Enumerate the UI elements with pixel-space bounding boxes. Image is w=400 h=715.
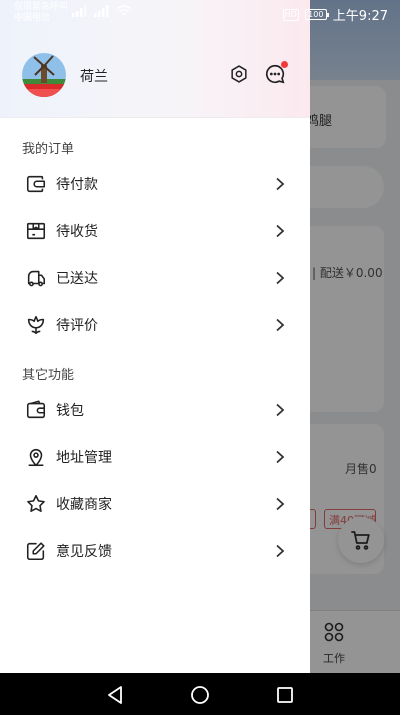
chevron-right-icon — [268, 403, 292, 417]
status-right: HD 100 上午9:27 — [282, 5, 388, 24]
wallet-card-icon — [25, 173, 47, 195]
home-icon[interactable] — [189, 684, 211, 706]
menu-item-pending-receipt[interactable]: 待收货 — [0, 209, 310, 253]
wallet-icon — [25, 399, 47, 421]
other-section-title: 其它功能 — [22, 368, 75, 383]
carrier-line-emergency: 仅限紧急呼叫 — [14, 2, 69, 12]
menu-item-address[interactable]: 地址管理 — [0, 435, 310, 479]
menu-item-label: 钱包 — [56, 403, 84, 419]
chevron-right-icon — [268, 450, 292, 464]
menu-item-label: 地址管理 — [56, 450, 112, 466]
menu-item-delivered[interactable]: 已送达 — [0, 256, 310, 300]
menu-item-label: 待付款 — [56, 177, 98, 193]
box-icon — [25, 220, 47, 242]
status-time: 上午9:27 — [332, 9, 388, 24]
menu-item-pending-payment[interactable]: 待付款 — [0, 162, 310, 206]
edit-icon — [25, 540, 47, 562]
menu-item-wallet[interactable]: 钱包 — [0, 388, 310, 432]
chevron-right-icon — [268, 224, 292, 238]
carrier-line-name: 中国电信 — [14, 13, 51, 23]
menu-item-label: 待收货 — [56, 224, 98, 240]
system-nav-bar — [0, 673, 400, 715]
chevron-right-icon — [268, 544, 292, 558]
menu-item-label: 意见反馈 — [56, 544, 112, 560]
hd-badge: HD — [282, 8, 299, 21]
menu-item-label: 收藏商家 — [56, 497, 112, 513]
user-name[interactable]: 荷兰 — [80, 66, 108, 86]
chevron-right-icon — [268, 497, 292, 511]
menu-item-label: 已送达 — [56, 271, 98, 287]
battery-icon: 100 — [304, 9, 329, 20]
signal-icon — [94, 5, 109, 17]
chevron-right-icon — [268, 318, 292, 332]
recents-icon[interactable] — [274, 684, 296, 706]
settings-hex-icon[interactable] — [227, 62, 251, 86]
star-icon — [25, 493, 47, 515]
menu-item-label: 待评价 — [56, 318, 98, 334]
location-icon — [25, 446, 47, 468]
truck-icon — [25, 267, 47, 289]
message-icon[interactable] — [263, 61, 288, 86]
chevron-right-icon — [268, 271, 292, 285]
side-drawer: 荷兰 我的订单 待付款 待收货 已送达 待评价 其它功能 钱包 地址管理 收藏商… — [0, 0, 310, 673]
orders-section-title: 我的订单 — [22, 142, 75, 157]
menu-item-pending-review[interactable]: 待评价 — [0, 303, 310, 347]
menu-item-feedback[interactable]: 意见反馈 — [0, 529, 310, 573]
flower-icon — [25, 314, 47, 336]
signal-icon — [72, 5, 87, 17]
avatar[interactable] — [22, 53, 66, 97]
chevron-right-icon — [268, 177, 292, 191]
unread-badge — [281, 61, 288, 68]
wifi-icon — [116, 5, 132, 16]
status-bar: 仅限紧急呼叫 中国电信 HD 100 上午9:27 — [0, 0, 400, 26]
menu-item-favorites[interactable]: 收藏商家 — [0, 482, 310, 526]
signal-icons — [72, 5, 132, 17]
back-icon[interactable] — [104, 684, 126, 706]
carrier-info: 仅限紧急呼叫 中国电信 — [14, 2, 68, 24]
